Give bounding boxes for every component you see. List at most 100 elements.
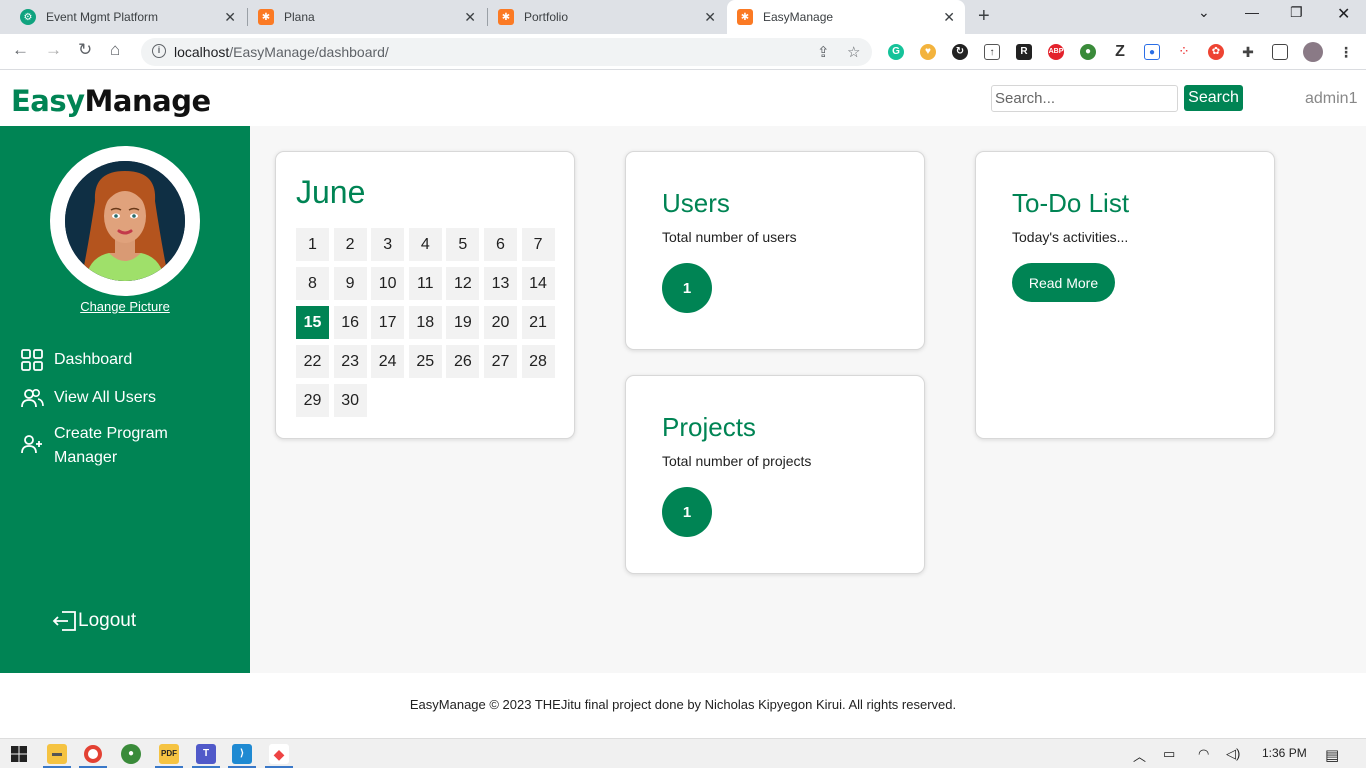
heart-extension-icon[interactable]: ♥ [920, 44, 936, 60]
calendar-day[interactable]: 3 [371, 228, 405, 261]
calendar-day[interactable]: 17 [371, 306, 405, 339]
browser-tab[interactable]: ⚙ Event Mgmt Platform ✕ [8, 0, 246, 34]
calendar-day[interactable]: 18 [408, 306, 442, 339]
tab-search-icon[interactable]: ⌄ [1198, 4, 1210, 21]
vscode-icon[interactable]: ⟩ [232, 744, 252, 764]
read-more-button[interactable]: Read More [1012, 263, 1115, 302]
calendar-day[interactable]: 4 [408, 228, 442, 261]
calendar-day-today[interactable]: 15 [296, 306, 329, 339]
calendar-day[interactable]: 25 [408, 345, 442, 378]
close-tab-icon[interactable]: ✕ [224, 9, 236, 26]
sidebar-item-create-program-manager[interactable]: Create Program Manager [20, 422, 220, 470]
close-tab-icon[interactable]: ✕ [464, 9, 476, 26]
notifications-icon[interactable]: ▤ [1325, 746, 1339, 764]
r-extension-icon[interactable]: R [1016, 44, 1032, 60]
minimize-icon[interactable]: — [1245, 4, 1259, 20]
calendar-day[interactable]: 11 [408, 267, 442, 300]
sidebar-item-view-all-users[interactable]: View All Users [20, 386, 156, 410]
calendar-day[interactable]: 1 [296, 228, 329, 261]
share-icon[interactable]: ⇪ [817, 43, 830, 61]
avatar[interactable] [65, 161, 185, 281]
taskbar-clock[interactable]: 1:36 PM [1262, 746, 1307, 760]
close-tab-icon[interactable]: ✕ [943, 9, 955, 26]
calendar-day[interactable]: 14 [521, 267, 555, 300]
globe-extension-icon[interactable]: ● [1080, 44, 1096, 60]
change-picture-link[interactable]: Change Picture [0, 299, 250, 314]
upload-extension-icon[interactable]: ↑ [984, 44, 1000, 60]
calendar-day[interactable]: 29 [296, 384, 329, 417]
browser-tab-active[interactable]: ✱ EasyManage ✕ [727, 0, 965, 34]
browser-tab[interactable]: ✱ Portfolio ✕ [488, 0, 726, 34]
calendar-day[interactable]: 2 [333, 228, 367, 261]
forward-icon[interactable]: → [45, 40, 62, 60]
calendar-day[interactable]: 28 [521, 345, 555, 378]
calendar-day[interactable]: 10 [371, 267, 405, 300]
adblock-extension-icon[interactable]: ABP [1048, 44, 1064, 60]
color-app-icon[interactable]: ◆ [269, 744, 289, 764]
username-label[interactable]: admin1 [1305, 90, 1357, 108]
new-tab-icon[interactable]: + [978, 5, 990, 28]
app-logo[interactable]: EasyManage [11, 84, 211, 118]
wifi-icon[interactable]: ◠ [1198, 746, 1209, 762]
volume-icon[interactable]: ◁) [1226, 746, 1240, 762]
side-panel-icon[interactable] [1272, 44, 1288, 60]
address-bar[interactable]: i localhost/EasyManage/dashboard/ ⇪ ☆ [141, 38, 872, 66]
file-explorer-icon[interactable]: ▬ [47, 744, 67, 764]
grammarly-extension-icon[interactable]: G [888, 44, 904, 60]
chrome-icon[interactable] [84, 745, 102, 763]
tab-title: Plana [284, 10, 315, 24]
sidebar: Change Picture Dashboard View All Users … [0, 126, 250, 673]
dots-extension-icon[interactable]: ⁘ [1176, 44, 1192, 60]
calendar-day[interactable]: 19 [446, 306, 480, 339]
puzzle-extensions-icon[interactable]: ✚ [1240, 44, 1256, 60]
calendar-day[interactable]: 20 [483, 306, 517, 339]
more-menu-icon[interactable]: ⋮ [1338, 44, 1354, 60]
restore-icon[interactable]: ❐ [1290, 4, 1303, 21]
screen-extension-icon[interactable]: ● [1144, 44, 1160, 60]
users-card-title: Users [662, 188, 730, 218]
calendar-day[interactable]: 27 [483, 345, 517, 378]
calendar-day[interactable]: 13 [483, 267, 517, 300]
calendar-day[interactable]: 23 [333, 345, 367, 378]
reload-icon[interactable]: ↻ [78, 40, 92, 60]
calendar-day[interactable]: 26 [446, 345, 480, 378]
home-icon[interactable]: ⌂ [110, 40, 120, 60]
calendar-day[interactable]: 12 [446, 267, 480, 300]
calendar-day[interactable]: 6 [483, 228, 517, 261]
calendar-day[interactable]: 5 [446, 228, 480, 261]
calendar-month: June [296, 174, 366, 210]
profile-avatar-icon[interactable] [1303, 42, 1323, 62]
browser-tab[interactable]: ✱ Plana ✕ [248, 0, 486, 34]
calendar-day[interactable]: 9 [333, 267, 367, 300]
bookmark-star-icon[interactable]: ☆ [847, 43, 860, 61]
todo-card-title: To-Do List [1012, 188, 1130, 218]
calendar-day[interactable]: 7 [521, 228, 555, 261]
color-wheel-extension-icon[interactable]: ✿ [1208, 44, 1224, 60]
calendar-day[interactable]: 24 [371, 345, 405, 378]
close-tab-icon[interactable]: ✕ [704, 9, 716, 26]
pdf-app-icon[interactable]: PDF [159, 744, 179, 764]
sync-extension-icon[interactable]: ↻ [952, 44, 968, 60]
sidebar-item-label: Create Program Manager [54, 425, 168, 466]
calendar-day[interactable]: 21 [521, 306, 555, 339]
tray-expand-icon[interactable]: ︿ [1133, 746, 1146, 765]
logout-button[interactable]: Logout [52, 610, 136, 632]
back-icon[interactable]: ← [12, 40, 29, 60]
calendar-day[interactable]: 16 [333, 306, 367, 339]
search-button[interactable]: Search [1184, 85, 1243, 111]
calendar-day[interactable]: 22 [296, 345, 329, 378]
sidebar-item-dashboard[interactable]: Dashboard [20, 348, 132, 372]
calendar-day[interactable]: 8 [296, 267, 329, 300]
info-icon[interactable]: i [152, 44, 166, 58]
close-window-icon[interactable]: ✕ [1337, 4, 1350, 24]
z-extension-icon[interactable]: Z [1112, 44, 1128, 60]
windows-start-icon[interactable] [11, 746, 27, 762]
teams-icon[interactable]: T [196, 744, 216, 764]
calendar-day[interactable]: 30 [333, 384, 367, 417]
url-text[interactable]: localhost/EasyManage/dashboard/ [174, 44, 389, 60]
search-input[interactable] [991, 85, 1178, 112]
battery-icon[interactable]: ▭ [1163, 746, 1175, 762]
users-card-subtitle: Total number of users [662, 229, 797, 245]
globe-app-icon[interactable]: ● [121, 744, 141, 764]
app-header: EasyManage Search admin1 [0, 71, 1366, 126]
